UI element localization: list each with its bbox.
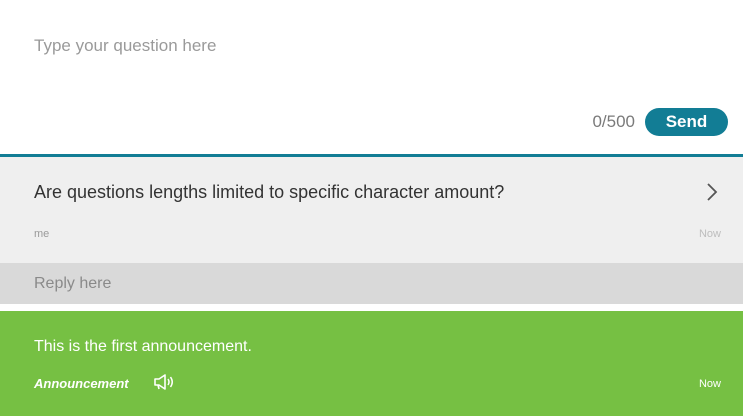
question-item[interactable]: Are questions lengths limited to specifi…	[0, 157, 743, 264]
chevron-right-icon[interactable]	[704, 181, 720, 203]
question-text: Are questions lengths limited to specifi…	[34, 182, 505, 202]
announcement-item: This is the first announcement. Announce…	[0, 311, 743, 416]
reply-input[interactable]	[0, 264, 743, 304]
megaphone-icon	[154, 374, 173, 390]
question-author: me	[34, 228, 50, 240]
qa-panel: 0/500 Send Are questions lengths limited…	[0, 0, 743, 416]
send-button[interactable]: Send	[645, 108, 728, 136]
announcement-label: Announcement	[34, 376, 129, 391]
character-counter: 0/500	[592, 112, 635, 131]
question-timestamp: Now	[698, 228, 721, 240]
question-input[interactable]	[34, 30, 694, 62]
announcement-text: This is the first announcement.	[34, 338, 252, 355]
question-composer: 0/500 Send	[0, 0, 743, 154]
announcement-timestamp: Now	[698, 378, 721, 390]
